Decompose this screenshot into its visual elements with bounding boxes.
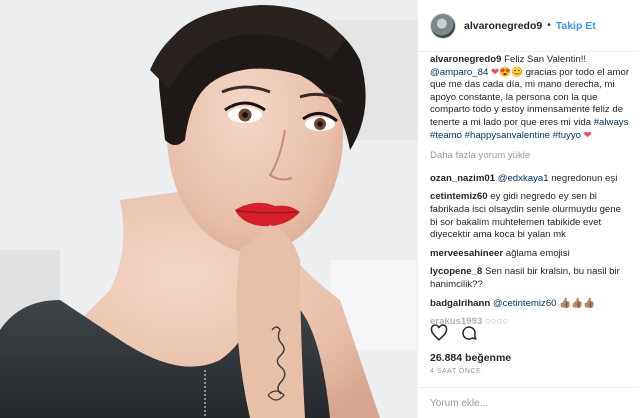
comment-username[interactable]: merveesahineer [430, 248, 503, 259]
instagram-post: alvaronegredo9 • Takip Et alvaronegredo9… [0, 0, 640, 418]
hashtag-teamo[interactable]: #teamo [430, 130, 462, 141]
comment-mention[interactable]: @edxkaya1 [498, 173, 549, 184]
post-sidebar: alvaronegredo9 • Takip Et alvaronegredo9… [417, 0, 639, 418]
comments-section: alvaronegredo9 Feliz San Valentin!! @amp… [430, 54, 631, 328]
comment-username[interactable]: cetintemiz60 [430, 191, 488, 202]
comment-username[interactable]: badgalrihann [430, 298, 490, 309]
comment-username[interactable]: lycopene_8 [430, 266, 482, 277]
caption-text-1: Feliz San Valentin!! [504, 54, 587, 65]
hashtag-tuyyo[interactable]: #tuyyo [553, 130, 581, 141]
follow-button[interactable]: Takip Et [556, 20, 596, 32]
comment: ozan_nazim01 @edxkaya1 negredonun eşi [430, 173, 631, 186]
comment: lycopene_8 Sen nasil bir kralsin, bu nas… [430, 266, 631, 291]
comment-text: ○○○○ [484, 316, 509, 328]
profile-avatar[interactable] [430, 12, 456, 39]
post-timestamp: 4 SAAT ÖNCE [430, 368, 482, 375]
selfie-illustration [0, 0, 417, 418]
post-photo[interactable] [0, 0, 417, 418]
comment-text: negredonun eşi [551, 172, 618, 184]
post-header: alvaronegredo9 • Takip Et [418, 0, 639, 52]
caption: alvaronegredo9 Feliz San Valentin!! @amp… [430, 54, 630, 141]
load-more-comments[interactable]: Daha fazla yorum yükle [430, 150, 631, 163]
separator-dot: • [547, 20, 551, 31]
red-heart-emoji: ❤ [583, 129, 592, 141]
heart-outline-icon[interactable] [430, 324, 448, 342]
comment-username[interactable]: ozan_nazim01 [430, 173, 495, 184]
hashtag-always[interactable]: #always [594, 117, 629, 128]
comment-text: ağlama emojisi [505, 247, 570, 259]
comment-bubble-icon[interactable] [460, 324, 478, 342]
hashtag-happysanvalentine[interactable]: #happysanvalentine [465, 130, 550, 141]
comment-text: 👍🏽👍🏽👍🏽 [559, 297, 596, 309]
red-heart-emoji: ❤ [490, 66, 499, 78]
comment-mention[interactable]: @cetintemiz60 [493, 298, 557, 309]
like-count[interactable]: 26.884 beğenme [430, 352, 511, 364]
caption-mention[interactable]: @amparo_84 [430, 67, 488, 78]
header-username[interactable]: alvaronegredo9 [464, 20, 542, 32]
post-actions [430, 324, 478, 342]
comment: merveesahineer ağlama emojisi [430, 248, 631, 261]
caption-username[interactable]: alvaronegredo9 [430, 54, 501, 65]
comment: cetintemiz60 ey gidi negredo ey sen bi f… [430, 191, 631, 241]
add-comment-input[interactable]: Yorum ekle... [418, 387, 639, 418]
comment: badgalrihann @cetintemiz60 👍🏽👍🏽👍🏽 [430, 298, 631, 311]
